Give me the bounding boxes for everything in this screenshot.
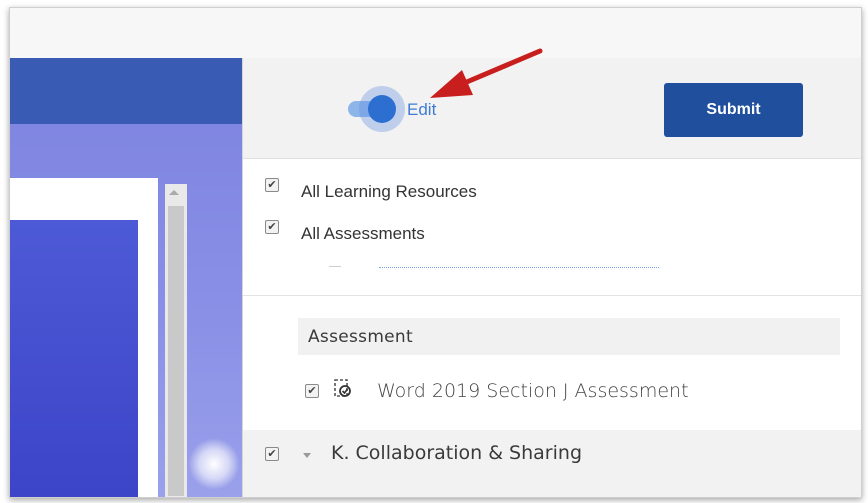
assessment-section-title: Assessment bbox=[308, 327, 413, 347]
filter-list: ✔ All Learning Resources ✔ All Assessmen… bbox=[243, 158, 861, 268]
left-scrollbar[interactable] bbox=[165, 184, 187, 497]
all-assessments-label: All Assessments bbox=[301, 224, 425, 243]
edit-toggle[interactable] bbox=[345, 86, 405, 132]
left-header-bar bbox=[10, 58, 242, 124]
collaboration-group-label: K. Collaboration & Sharing bbox=[331, 442, 582, 464]
light-glow bbox=[188, 438, 240, 490]
dotted-divider bbox=[379, 267, 659, 268]
toolbar: Edit Submit bbox=[243, 58, 861, 159]
all-learning-resources-label: All Learning Resources bbox=[301, 182, 477, 201]
edit-toggle-label: Edit bbox=[407, 100, 437, 119]
scroll-up-icon[interactable] bbox=[169, 190, 179, 195]
right-pane: Edit Submit ✔ All Learning Resources ✔ A… bbox=[242, 58, 861, 497]
assessment-section-header: Assessment bbox=[298, 318, 840, 355]
all-assessments-checkbox[interactable]: ✔ bbox=[265, 220, 279, 234]
assessment-doc-icon bbox=[334, 379, 351, 397]
left-pane bbox=[10, 58, 242, 497]
list-item: ✔ Word 2019 Section J Assessment bbox=[243, 365, 861, 415]
top-strip bbox=[10, 8, 861, 58]
section-separator bbox=[243, 295, 861, 296]
word-assessment-label[interactable]: Word 2019 Section J Assessment bbox=[377, 380, 689, 402]
chevron-down-icon[interactable] bbox=[303, 453, 311, 458]
collaboration-group-row[interactable]: ✔ K. Collaboration & Sharing bbox=[243, 430, 861, 497]
all-learning-resources-checkbox[interactable]: ✔ bbox=[265, 178, 279, 192]
app-window: Edit Submit ✔ All Learning Resources ✔ A… bbox=[9, 7, 862, 498]
left-preview-block bbox=[10, 220, 138, 497]
word-assessment-checkbox[interactable]: ✔ bbox=[305, 384, 319, 398]
scroll-thumb[interactable] bbox=[168, 206, 184, 496]
collaboration-group-checkbox[interactable]: ✔ bbox=[265, 447, 279, 461]
divider-tick bbox=[329, 266, 341, 267]
toggle-knob[interactable] bbox=[368, 95, 396, 123]
submit-button[interactable]: Submit bbox=[664, 83, 803, 137]
